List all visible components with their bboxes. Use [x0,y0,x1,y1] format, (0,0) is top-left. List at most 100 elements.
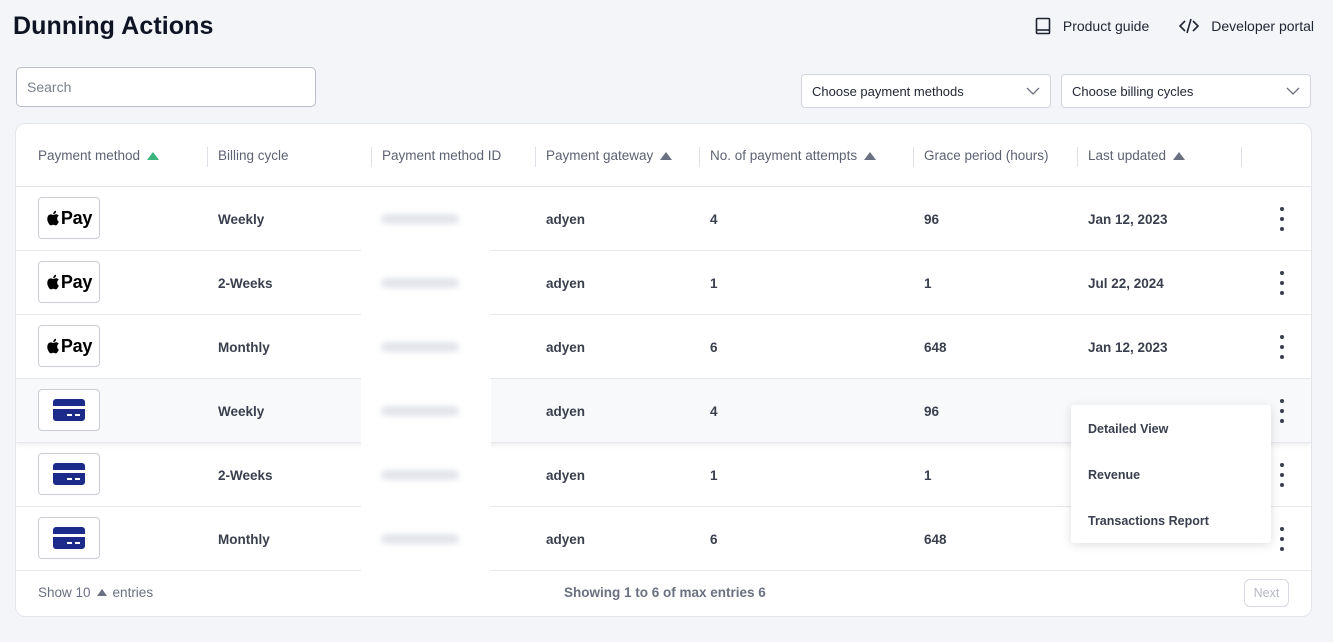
card-glyph [53,527,85,549]
column-label: Payment gateway [546,148,654,163]
billing-cycle-cell: Monthly [218,339,270,355]
product-guide-link[interactable]: Product guide [1035,17,1149,35]
billing-cycle-cell: Weekly [218,211,265,227]
attempts-cell: 1 [710,275,718,291]
apple-pay-icon: Pay [38,197,100,239]
apple-pay-logo: Pay [46,272,92,293]
entries-per-page[interactable]: Show 10 entries [38,585,153,600]
entries-label: entries [112,585,154,600]
top-links: Product guide Developer portal [1035,17,1314,35]
grace-period-cell: 648 [924,339,947,355]
more-actions-icon[interactable] [1277,207,1287,231]
table-row[interactable]: Pay Weekly adyen 4 96 Jan 12, 2023 [16,187,1311,251]
last-updated-cell: Jan 12, 2023 [1088,339,1168,355]
column-divider [535,147,536,167]
pagination-summary: Showing 1 to 6 of max entries 6 [564,585,766,600]
table-header: Payment method Billing cycle Payment met… [16,124,1311,187]
developer-portal-link[interactable]: Developer portal [1179,18,1314,34]
chevron-down-icon [1286,87,1300,95]
column-divider [1077,147,1078,167]
code-icon [1179,18,1200,34]
billing-cycle-cell: Monthly [218,531,270,547]
column-header-payment-method-id[interactable]: Payment method ID [382,148,501,163]
card-glyph [53,463,85,485]
more-actions-icon[interactable] [1277,271,1287,295]
gateway-cell: adyen [546,211,586,227]
show-count-label: Show 10 [38,585,91,600]
column-divider [207,147,208,167]
apple-icon [47,274,59,290]
column-label: Payment method [38,148,141,163]
table-row[interactable]: Pay Monthly adyen 6 648 Jan 12, 2023 [16,315,1311,379]
search-input[interactable] [16,67,316,107]
more-actions-icon[interactable] [1277,335,1287,359]
grace-period-cell: 648 [924,531,947,547]
row-actions-menu: Detailed View Revenue Transactions Repor… [1071,405,1271,543]
gateway-cell: adyen [546,467,586,483]
credit-card-icon [38,453,100,495]
apple-icon [47,338,59,354]
apple-pay-logo: Pay [46,208,92,229]
billing-cycle-cell: Weekly [218,403,265,419]
menu-item-detailed-view[interactable]: Detailed View [1088,422,1168,436]
gateway-cell: adyen [546,403,586,419]
column-divider [1241,147,1242,167]
column-header-billing-cycle[interactable]: Billing cycle [218,148,289,163]
grace-period-cell: 96 [924,403,940,419]
column-header-payment-attempts[interactable]: No. of payment attempts [710,148,877,163]
chevron-down-icon [1026,87,1040,95]
apple-pay-icon: Pay [38,325,100,367]
more-actions-icon[interactable] [1277,527,1287,551]
gateway-cell: adyen [546,531,586,547]
product-guide-label: Product guide [1062,18,1150,34]
column-label: Last updated [1088,148,1167,163]
billing-cycle-cell: 2-Weeks [218,467,273,483]
attempts-cell: 1 [710,467,718,483]
column-label: Billing cycle [218,148,289,163]
next-page-button[interactable]: Next [1244,579,1289,607]
column-header-last-updated[interactable]: Last updated [1088,148,1186,163]
attempts-cell: 4 [710,211,718,227]
attempts-cell: 4 [710,403,718,419]
sort-icon [864,151,877,160]
gateway-cell: adyen [546,275,586,291]
column-label: No. of payment attempts [710,148,858,163]
column-divider [913,147,914,167]
billing-cycle-cell: 2-Weeks [218,275,273,291]
card-glyph [53,399,85,421]
more-actions-icon[interactable] [1277,463,1287,487]
caret-up-icon[interactable] [96,589,107,596]
column-header-payment-gateway[interactable]: Payment gateway [546,148,673,163]
apple-pay-icon: Pay [38,261,100,303]
grace-period-cell: 96 [924,211,940,227]
apple-icon [47,210,59,226]
menu-item-revenue[interactable]: Revenue [1088,468,1140,482]
book-icon [1035,17,1051,35]
credit-card-icon [38,517,100,559]
apple-pay-logo: Pay [46,336,92,357]
billing-cycles-select[interactable]: Choose billing cycles [1061,74,1311,108]
page-title: Dunning Actions [13,12,214,40]
attempts-cell: 6 [710,531,718,547]
column-header-grace-period[interactable]: Grace period (hours) [924,148,1049,163]
column-header-payment-method[interactable]: Payment method [38,148,160,163]
table-row[interactable]: Pay 2-Weeks adyen 1 1 Jul 22, 2024 [16,251,1311,315]
column-divider [371,147,372,167]
payment-methods-select[interactable]: Choose payment methods [801,74,1051,108]
more-actions-icon[interactable] [1277,399,1287,423]
table-footer: Show 10 entries Showing 1 to 6 of max en… [16,570,1311,616]
last-updated-cell: Jan 12, 2023 [1088,211,1168,227]
sort-ascending-icon [147,151,160,160]
credit-card-icon [38,389,100,431]
grace-period-cell: 1 [924,467,932,483]
column-label: Grace period (hours) [924,148,1049,163]
sort-icon [660,151,673,160]
column-label: Payment method ID [382,148,502,163]
sort-icon [1173,151,1186,160]
gateway-cell: adyen [546,339,586,355]
attempts-cell: 6 [710,339,718,355]
menu-item-transactions-report[interactable]: Transactions Report [1088,514,1209,528]
billing-cycles-select-label: Choose billing cycles [1072,83,1194,99]
last-updated-cell: Jul 22, 2024 [1088,275,1164,291]
grace-period-cell: 1 [924,275,932,291]
